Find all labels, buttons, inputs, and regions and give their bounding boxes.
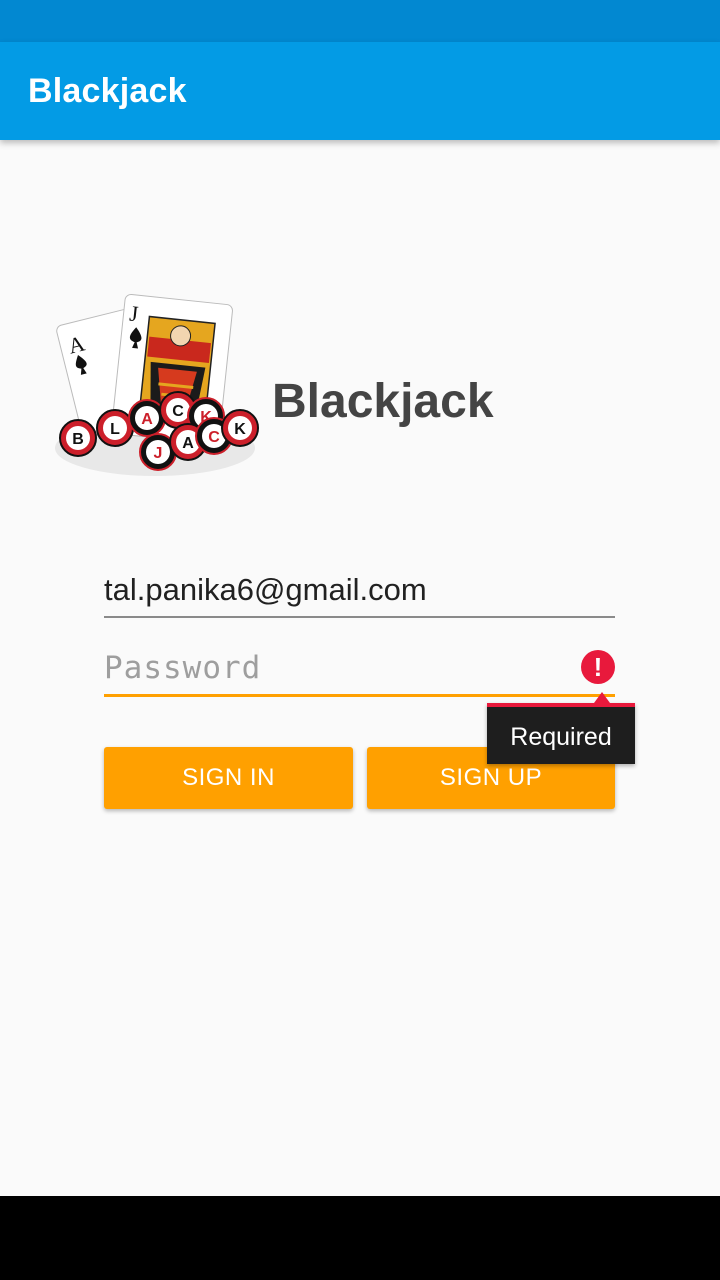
chip-letter: L [110, 421, 120, 438]
error-tooltip: Required [487, 703, 635, 764]
email-value[interactable]: tal.panika6@gmail.com [104, 572, 427, 608]
chip-letter: C [172, 403, 184, 420]
chip-letter: B [72, 431, 84, 448]
chip-letter: C [208, 429, 220, 446]
chip-letter: J [154, 445, 163, 462]
error-tooltip-text: Required [510, 723, 612, 751]
chip-letter: A [141, 411, 153, 428]
app-bar-title: Blackjack [28, 72, 187, 110]
brand-title: Blackjack [272, 375, 494, 428]
password-field[interactable]: Password ! [104, 644, 615, 697]
error-circle-icon[interactable]: ! [581, 650, 615, 684]
email-field[interactable]: tal.panika6@gmail.com [104, 566, 615, 618]
error-tooltip-arrow [594, 692, 610, 703]
status-bar [0, 0, 720, 42]
app-bar: Blackjack [0, 42, 720, 140]
password-placeholder: Password [104, 650, 262, 686]
navigation-bar [0, 1196, 720, 1280]
chip-letter: K [234, 421, 246, 438]
blackjack-logo: A J B L A C K J A C K [55, 293, 259, 476]
chip-letter: A [182, 435, 194, 452]
sign-in-button[interactable]: SIGN IN [104, 747, 353, 809]
